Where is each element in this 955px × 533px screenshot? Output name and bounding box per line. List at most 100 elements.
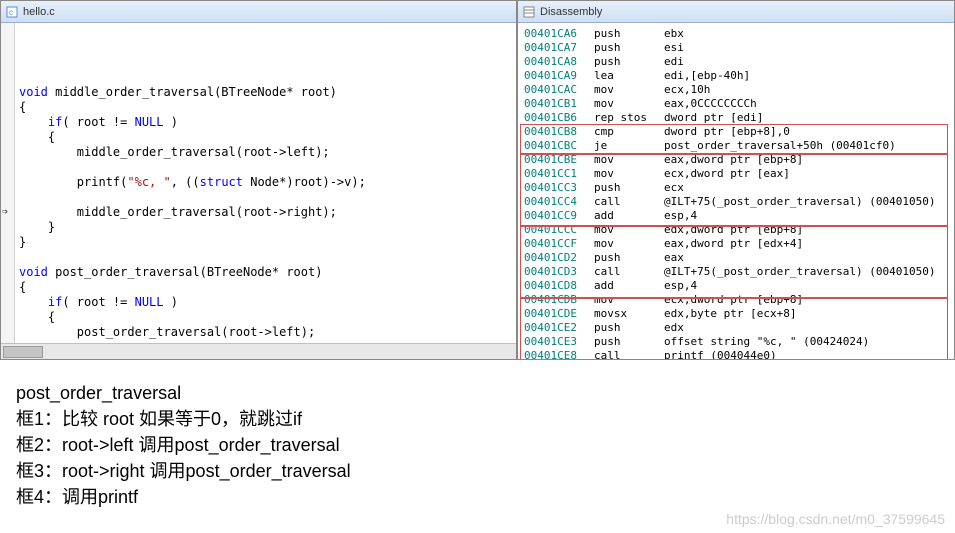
operands: post_order_traversal+50h (00401cf0) (664, 139, 896, 153)
addr: 00401CAC (524, 83, 594, 97)
mnemonic: push (594, 321, 664, 335)
disasm-row[interactable]: 00401CDBmovecx,dword ptr [ebp+8] (524, 293, 948, 307)
addr: 00401CA8 (524, 55, 594, 69)
svg-text:c: c (9, 8, 13, 17)
annotation-line-2: 框2：root->left 调用post_order_traversal (16, 432, 351, 458)
disasm-row[interactable]: 00401CCCmovedx,dword ptr [ebp+8] (524, 223, 948, 237)
breakpoint-arrow-icon: ➩ (2, 205, 8, 220)
operands: ecx,dword ptr [eax] (664, 167, 790, 181)
mnemonic: mov (594, 153, 664, 167)
disasm-row[interactable]: 00401CC1movecx,dword ptr [eax] (524, 167, 948, 181)
source-titlebar[interactable]: c hello.c (1, 1, 516, 23)
mnemonic: mov (594, 223, 664, 237)
code-line (19, 190, 516, 205)
disasm-row[interactable]: 00401CB8cmpdword ptr [ebp+8],0 (524, 125, 948, 139)
code-line (19, 250, 516, 265)
source-filename: hello.c (23, 6, 55, 18)
disassembly-body[interactable]: 00401CA6pushebx00401CA7pushesi00401CA8pu… (518, 23, 954, 359)
addr: 00401CA7 (524, 41, 594, 55)
code-line: void post_order_traversal(BTreeNode* roo… (19, 265, 516, 280)
disasm-row[interactable]: 00401CB6rep stosdword ptr [edi] (524, 111, 948, 125)
code-line: middle_order_traversal(root->left); (19, 145, 516, 160)
source-code-area[interactable]: ➩ void middle_order_traversal(BTreeNode*… (1, 23, 516, 343)
disassembly-titlebar[interactable]: Disassembly (518, 1, 954, 23)
disasm-row[interactable]: 00401CA6pushebx (524, 27, 948, 41)
disasm-row[interactable]: 00401CD3call@ILT+75(_post_order_traversa… (524, 265, 948, 279)
addr: 00401CC9 (524, 209, 594, 223)
source-panel: c hello.c ➩ void middle_order_traversal(… (0, 0, 517, 360)
operands: edx,dword ptr [ebp+8] (664, 223, 803, 237)
disasm-row[interactable]: 00401CACmovecx,10h (524, 83, 948, 97)
operands: offset string "%c, " (00424024) (664, 335, 869, 349)
operands: ebx (664, 27, 684, 41)
disasm-row[interactable]: 00401CD8addesp,4 (524, 279, 948, 293)
disasm-row[interactable]: 00401CDEmovsxedx,byte ptr [ecx+8] (524, 307, 948, 321)
code-line: if( root != NULL ) (19, 295, 516, 310)
disasm-row[interactable]: 00401CBCjepost_order_traversal+50h (0040… (524, 139, 948, 153)
operands: eax,0CCCCCCCCh (664, 97, 757, 111)
addr: 00401CB8 (524, 125, 594, 139)
disassembly-icon (522, 5, 536, 19)
disasm-row[interactable]: 00401CB1moveax,0CCCCCCCCh (524, 97, 948, 111)
addr: 00401CA9 (524, 69, 594, 83)
addr: 00401CDE (524, 307, 594, 321)
addr: 00401CE2 (524, 321, 594, 335)
operands: dword ptr [ebp+8],0 (664, 125, 790, 139)
scrollbar-horizontal[interactable] (1, 343, 516, 359)
operands: eax,dword ptr [edx+4] (664, 237, 803, 251)
disasm-row[interactable]: 00401CC3pushecx (524, 181, 948, 195)
mnemonic: movsx (594, 307, 664, 321)
mnemonic: mov (594, 97, 664, 111)
mnemonic: push (594, 27, 664, 41)
operands: eax,dword ptr [ebp+8] (664, 153, 803, 167)
disasm-row[interactable]: 00401CA7pushesi (524, 41, 948, 55)
annotation-line-1: 框1：比较 root 如果等于0，就跳过if (16, 406, 351, 432)
disassembly-title: Disassembly (540, 6, 602, 18)
mnemonic: mov (594, 83, 664, 97)
annotation-title: post_order_traversal (16, 380, 351, 406)
disasm-row[interactable]: 00401CA8pushedi (524, 55, 948, 69)
operands: dword ptr [edi] (664, 111, 763, 125)
addr: 00401CBC (524, 139, 594, 153)
c-file-icon: c (5, 5, 19, 19)
operands: esp,4 (664, 279, 697, 293)
code-line: { (19, 280, 516, 295)
code-line: post_order_traversal(root->left); (19, 325, 516, 340)
code-line: void middle_order_traversal(BTreeNode* r… (19, 85, 516, 100)
code-line (19, 160, 516, 175)
disasm-row[interactable]: 00401CCFmoveax,dword ptr [edx+4] (524, 237, 948, 251)
mnemonic: rep stos (594, 111, 664, 125)
code-line (19, 340, 516, 343)
addr: 00401CA6 (524, 27, 594, 41)
disasm-row[interactable]: 00401CE8callprintf (004044e0) (524, 349, 948, 359)
code-line: { (19, 310, 516, 325)
code-line: middle_order_traversal(root->right); (19, 205, 516, 220)
addr: 00401CD3 (524, 265, 594, 279)
operands: esi (664, 41, 684, 55)
operands: @ILT+75(_post_order_traversal) (00401050… (664, 265, 936, 279)
disasm-row[interactable]: 00401CA9leaedi,[ebp-40h] (524, 69, 948, 83)
mnemonic: push (594, 335, 664, 349)
code-line: printf("%c, ", ((struct Node*)root)->v); (19, 175, 516, 190)
operands: edi,[ebp-40h] (664, 69, 750, 83)
disasm-row[interactable]: 00401CD2pusheax (524, 251, 948, 265)
disasm-row[interactable]: 00401CE3pushoffset string "%c, " (004240… (524, 335, 948, 349)
addr: 00401CE8 (524, 349, 594, 359)
addr: 00401CC4 (524, 195, 594, 209)
addr: 00401CB1 (524, 97, 594, 111)
addr: 00401CD2 (524, 251, 594, 265)
addr: 00401CBE (524, 153, 594, 167)
scrollbar-thumb[interactable] (3, 346, 43, 358)
gutter (1, 23, 15, 343)
disasm-row[interactable]: 00401CE2pushedx (524, 321, 948, 335)
operands: ecx,dword ptr [ebp+8] (664, 293, 803, 307)
operands: ecx,10h (664, 83, 710, 97)
mnemonic: push (594, 181, 664, 195)
operands: edx,byte ptr [ecx+8] (664, 307, 796, 321)
disasm-row[interactable]: 00401CC9addesp,4 (524, 209, 948, 223)
disasm-row[interactable]: 00401CBEmoveax,dword ptr [ebp+8] (524, 153, 948, 167)
disasm-row[interactable]: 00401CC4call@ILT+75(_post_order_traversa… (524, 195, 948, 209)
code-line: } (19, 235, 516, 250)
addr: 00401CDB (524, 293, 594, 307)
mnemonic: add (594, 279, 664, 293)
